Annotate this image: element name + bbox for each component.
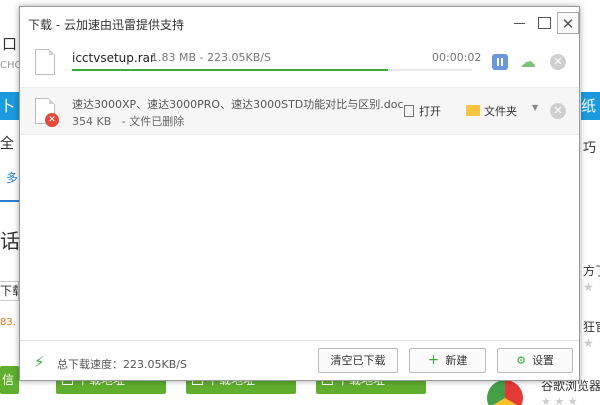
bg-fragment: 狂官	[583, 320, 600, 334]
new-task-button[interactable]: + 新建	[409, 348, 486, 373]
error-badge-icon: ✕	[45, 113, 59, 127]
remove-icon[interactable]: ✕	[550, 54, 566, 70]
minimize-button[interactable]	[509, 12, 531, 34]
download-task[interactable]: icctvsetup.rar 1.83 MB - 223.05KB/S 00:0…	[20, 39, 579, 87]
total-speed: 总下载速度：223.05KB/S	[57, 358, 187, 371]
file-name: 速达3000XP、速达3000PRO、速达3000STD功能对比与区别.doc	[72, 98, 404, 111]
progress-fill	[72, 69, 388, 71]
dialog-title: 下载 - 云加速由迅雷提供支持	[28, 18, 184, 32]
progress-bar	[72, 69, 472, 71]
dialog-footer: ⚡ 总下载速度：223.05KB/S 清空已下载 + 新建 ⚙ 设置	[20, 340, 579, 380]
clear-downloaded-button[interactable]: 清空已下载	[318, 348, 398, 373]
bg-fragment: 纸	[581, 92, 600, 120]
bg-fragment: 多	[6, 171, 19, 185]
remove-icon[interactable]: ✕	[550, 103, 566, 119]
open-folder-button[interactable]: 文件夹	[466, 103, 517, 119]
open-file-button[interactable]: 打开	[404, 103, 441, 119]
bg-fragment: 全	[0, 136, 14, 152]
title-bar[interactable]: 下载 - 云加速由迅雷提供支持 ✕	[20, 7, 579, 39]
document-icon	[404, 105, 414, 117]
bg-fragment: 83.	[0, 317, 16, 328]
bg-star-icon: ★	[583, 336, 594, 350]
bg-fragment: 信1	[0, 366, 19, 405]
remaining-time: 00:00:02	[432, 51, 482, 64]
bg-star-icon: ★ ★ ★	[541, 395, 578, 405]
bg-fragment: 方了	[583, 264, 600, 278]
cloud-icon[interactable]: ☁	[519, 53, 537, 71]
download-dialog: 下载 - 云加速由迅雷提供支持 ✕ icctvsetup.rar 1.83 MB…	[19, 6, 580, 381]
close-button[interactable]: ✕	[557, 12, 579, 34]
plus-icon: +	[427, 352, 440, 368]
bg-divider	[0, 200, 19, 202]
file-size-status: 354 KB - 文件已删除	[72, 115, 185, 128]
settings-button[interactable]: ⚙ 设置	[497, 348, 573, 373]
maximize-button[interactable]	[533, 12, 555, 34]
download-task[interactable]: ✕ 速达3000XP、速达3000PRO、速达3000STD功能对比与区别.do…	[20, 87, 579, 135]
bg-fragment: 下载	[0, 281, 19, 301]
dropdown-arrow-icon[interactable]: ▼	[532, 103, 538, 112]
bg-fragment: 卜分	[0, 92, 19, 143]
file-size-speed: 1.83 MB - 223.05KB/S	[151, 51, 271, 64]
bg-fragment: 话电	[0, 229, 19, 253]
pause-icon[interactable]	[492, 54, 508, 70]
gear-icon: ⚙	[516, 354, 526, 367]
bg-star-icon: ★	[583, 280, 594, 294]
folder-icon	[466, 105, 480, 116]
lightning-icon: ⚡	[34, 353, 45, 371]
bg-fragment: CHO	[0, 60, 19, 71]
file-name: icctvsetup.rar	[72, 51, 155, 65]
bg-fragment: 巧	[583, 141, 597, 156]
file-icon	[35, 49, 55, 75]
chrome-icon	[487, 380, 523, 405]
